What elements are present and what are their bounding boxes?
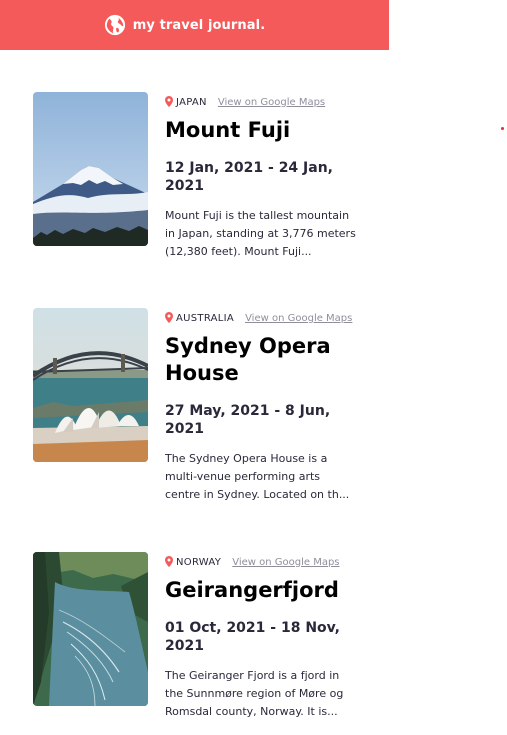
journal-entry: NORWAY View on Google Maps Geirangerfjor…: [33, 552, 393, 735]
mount-fuji-photo: [33, 92, 148, 246]
decorative-dot: [501, 127, 504, 130]
entry-title: Mount Fuji: [165, 118, 291, 142]
journal-entry: JAPAN View on Google Maps Mount Fuji 12 …: [33, 92, 393, 292]
sydney-opera-house-photo: [33, 308, 148, 462]
entry-dates: 27 May, 2021 - 8 Jun, 2021: [165, 403, 331, 437]
journal-entry: AUSTRALIA View on Google Maps Sydney Ope…: [33, 308, 393, 508]
entry-country: JAPAN: [176, 96, 207, 108]
entry-description: The Geiranger Fjord is a fjord in the Su…: [165, 669, 344, 718]
globe-icon: [104, 14, 125, 36]
location-pin-icon: [165, 95, 173, 107]
entry-dates: 01 Oct, 2021 - 18 Nov, 2021: [165, 620, 340, 654]
entry-country: NORWAY: [176, 556, 222, 568]
entry-dates: 12 Jan, 2021 - 24 Jan, 2021: [165, 160, 333, 194]
entry-description: Mount Fuji is the tallest mountain in Ja…: [165, 209, 356, 258]
view-on-google-maps-link[interactable]: View on Google Maps: [232, 557, 339, 568]
view-on-google-maps-link[interactable]: View on Google Maps: [218, 97, 325, 108]
view-on-google-maps-link[interactable]: View on Google Maps: [245, 313, 352, 324]
entry-description: The Sydney Opera House is a multi-venue …: [165, 452, 350, 501]
entry-title: Sydney Opera House: [165, 334, 331, 385]
entry-country: AUSTRALIA: [176, 312, 235, 324]
location-pin-icon: [165, 555, 173, 567]
app-title: my travel journal.: [132, 17, 266, 33]
geirangerfjord-photo: [33, 552, 148, 706]
entry-title: Geirangerfjord: [165, 578, 339, 602]
location-pin-icon: [165, 311, 173, 323]
app-header: my travel journal.: [0, 0, 389, 50]
